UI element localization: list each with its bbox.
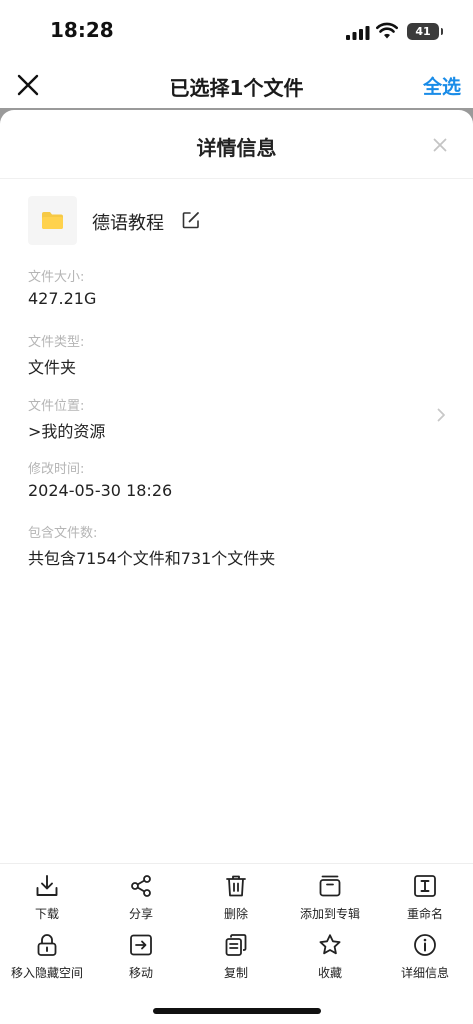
lock-icon (37, 934, 57, 956)
copy-label: 复制 (223, 966, 248, 980)
info-icon (414, 934, 436, 956)
move-to-hidden-space-label: 移入隐藏空间 (10, 966, 83, 980)
select-all-button[interactable]: 全选 (423, 72, 461, 99)
download-label: 下载 (34, 907, 59, 921)
file-location-label: 文件位置: (28, 399, 85, 414)
battery-icon: 41 (407, 23, 443, 40)
favorite-label: 收藏 (317, 966, 342, 980)
folder-thumbnail (28, 196, 77, 245)
file-location-value[interactable]: >我的资源 (28, 418, 105, 442)
home-indicator[interactable] (153, 1008, 321, 1014)
modified-time-value: 2024-05-30 18:26 (28, 481, 173, 500)
move-label: 移动 (128, 966, 153, 980)
details-label: 详细信息 (400, 966, 449, 980)
file-size-label: 文件大小: (28, 270, 85, 285)
sheet-header: 详情信息 (0, 110, 473, 179)
add-to-album-label: 添加到专辑 (299, 907, 360, 921)
file-size-value: 427.21G (28, 289, 97, 308)
rename-icon (414, 875, 436, 897)
edit-icon[interactable] (182, 211, 200, 229)
details-button[interactable]: 详细信息 (378, 933, 472, 989)
file-row: 德语教程 (28, 196, 448, 246)
trash-icon (226, 875, 246, 897)
share-button[interactable]: 分享 (94, 874, 188, 930)
share-label: 分享 (128, 907, 153, 921)
status-time: 18:28 (50, 18, 114, 42)
delete-button[interactable]: 删除 (189, 874, 283, 930)
album-icon (319, 875, 341, 897)
delete-label: 删除 (223, 907, 248, 921)
star-icon (319, 934, 341, 955)
add-to-album-button[interactable]: 添加到专辑 (283, 874, 377, 930)
action-toolbar: 下载 分享 删除 添加到专辑 重命名 移入隐藏空间 移动 复制 收藏 详细信息 (0, 863, 473, 994)
share-icon (131, 875, 151, 897)
contained-files-label: 包含文件数: (28, 526, 98, 541)
rename-button[interactable]: 重命名 (378, 874, 472, 930)
sheet-title: 详情信息 (196, 136, 277, 160)
folder-icon (42, 212, 63, 229)
download-button[interactable]: 下载 (0, 874, 94, 930)
copy-icon (225, 934, 247, 956)
page-title: 已选择1个文件 (169, 76, 304, 100)
contained-files-value: 共包含7154个文件和731个文件夹 (28, 549, 276, 568)
copy-button[interactable]: 复制 (189, 933, 283, 989)
file-name: 德语教程 (92, 213, 164, 234)
rename-label: 重命名 (406, 907, 443, 921)
favorite-button[interactable]: 收藏 (283, 933, 377, 989)
move-button[interactable]: 移动 (94, 933, 188, 989)
selection-top-bar: 已选择1个文件 全选 (0, 62, 473, 108)
sheet-close-icon[interactable] (433, 138, 447, 152)
status-bar: 18:28 41 (0, 0, 473, 62)
wifi-icon (376, 22, 398, 39)
move-to-hidden-space-button[interactable]: 移入隐藏空间 (0, 933, 94, 989)
file-type-label: 文件类型: (28, 335, 85, 350)
modified-time-label: 修改时间: (28, 462, 85, 477)
chevron-right-icon[interactable] (437, 408, 446, 422)
download-icon (36, 875, 58, 896)
file-type-value: 文件夹 (28, 358, 77, 377)
cellular-signal-icon (346, 26, 370, 40)
move-icon (130, 934, 152, 956)
